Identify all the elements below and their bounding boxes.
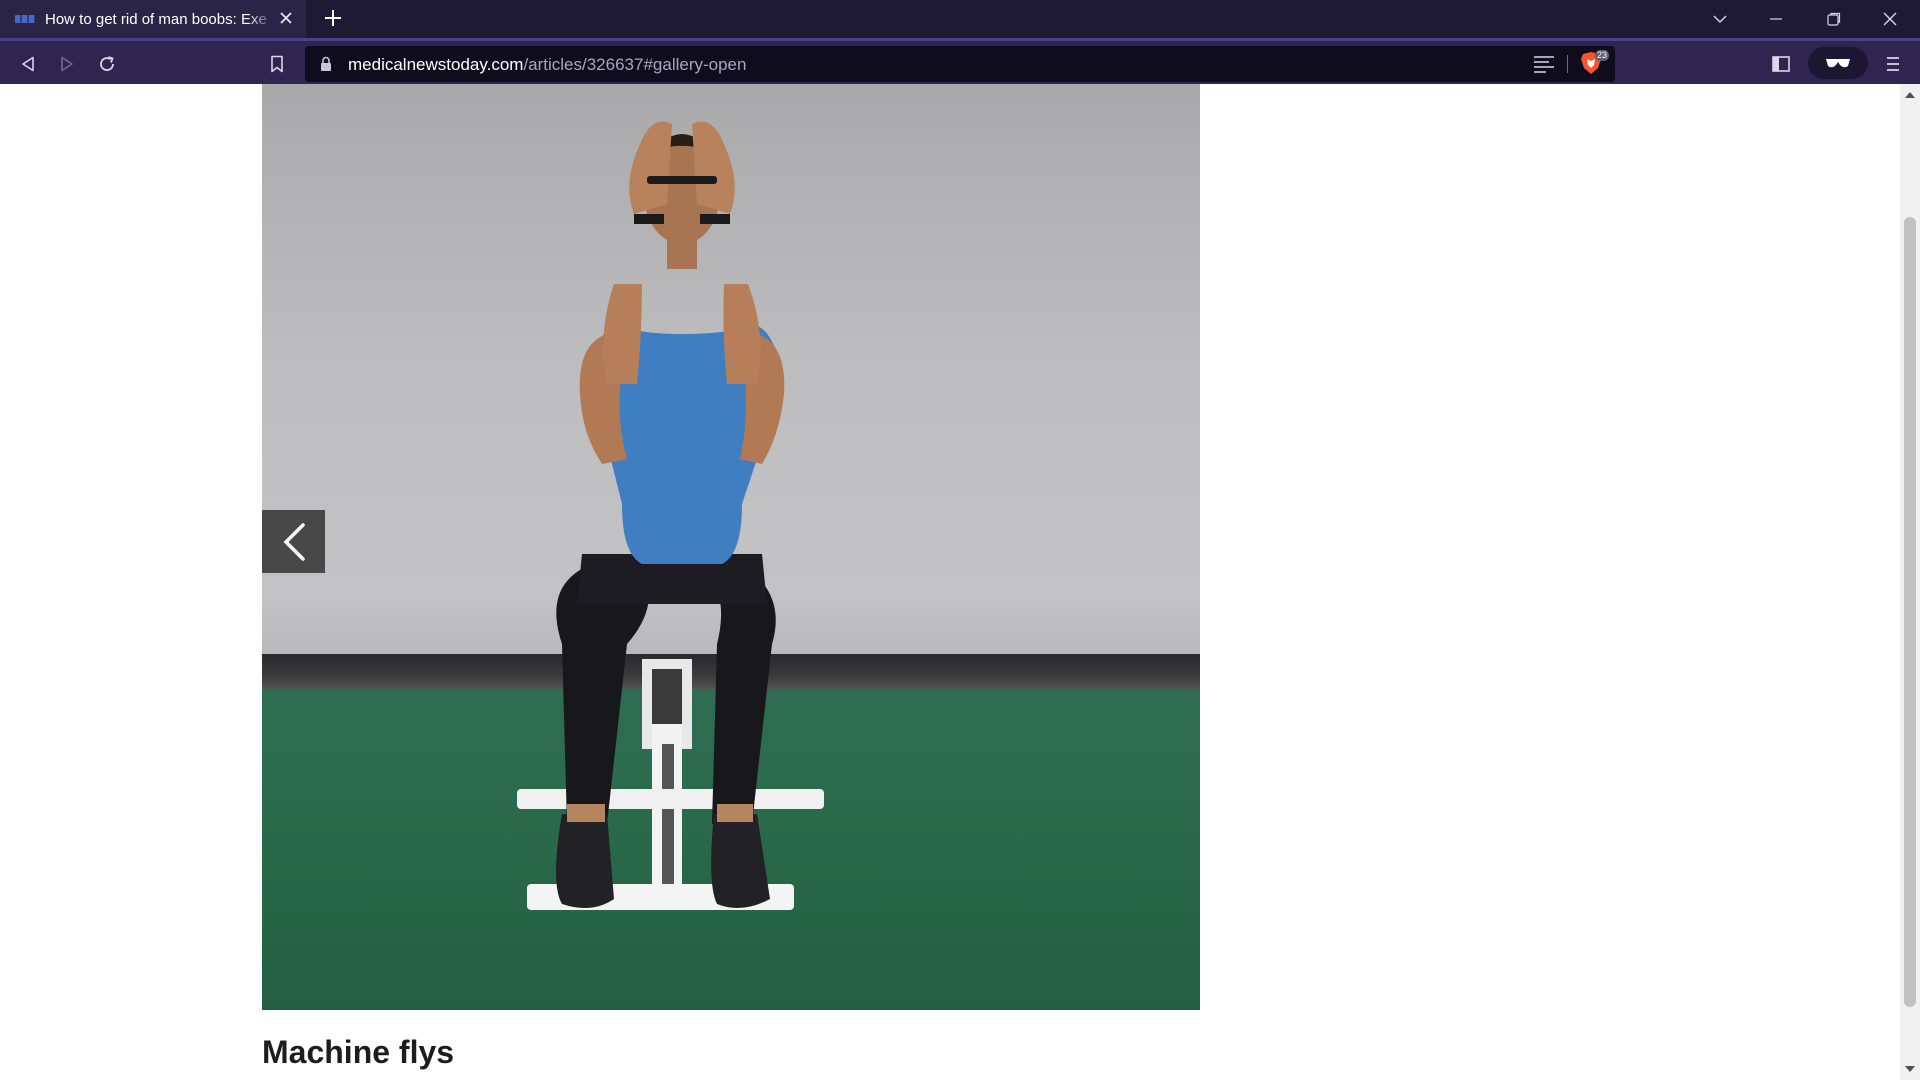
back-icon[interactable] xyxy=(13,49,43,79)
gallery-prev-button[interactable] xyxy=(262,510,325,573)
bookmark-icon[interactable] xyxy=(262,49,292,79)
sidebar-toggle-icon[interactable] xyxy=(1766,49,1796,79)
wallet-glasses-icon xyxy=(1826,59,1850,68)
scroll-down-arrow-icon[interactable] xyxy=(1900,1060,1920,1078)
brave-wallet-button[interactable] xyxy=(1808,47,1868,79)
tab-strip: How to get rid of man boobs: Exe xyxy=(0,0,1920,38)
reload-icon[interactable] xyxy=(92,49,122,79)
chevron-left-icon xyxy=(283,522,305,561)
url-host: medicalnewstoday.com xyxy=(348,55,524,74)
brave-shields-button[interactable]: 23 xyxy=(1580,50,1609,77)
exercise-figure-illustration xyxy=(517,121,824,910)
lock-icon xyxy=(321,56,331,71)
active-tab[interactable]: How to get rid of man boobs: Exe xyxy=(0,0,306,38)
page-content: Machine flys xyxy=(0,84,1900,1080)
scroll-up-arrow-icon[interactable] xyxy=(1900,86,1920,104)
forward-icon[interactable] xyxy=(52,49,82,79)
browser-toolbar: medicalnewstoday.com/articles/326637#gal… xyxy=(0,38,1920,84)
scroll-thumb[interactable] xyxy=(1904,217,1916,1007)
restore-icon[interactable] xyxy=(1806,0,1862,38)
shields-count-badge: 23 xyxy=(1594,50,1609,61)
site-favicon-icon xyxy=(15,15,35,23)
new-tab-button[interactable] xyxy=(320,6,346,32)
tab-title: How to get rid of man boobs: Exe xyxy=(45,10,267,28)
gallery-caption: Machine flys xyxy=(262,1034,455,1070)
tab-search-chevron-icon[interactable] xyxy=(1692,0,1748,38)
close-window-icon[interactable] xyxy=(1862,0,1918,38)
url-text: medicalnewstoday.com/articles/326637#gal… xyxy=(348,55,746,75)
reader-mode-icon[interactable] xyxy=(1533,54,1555,74)
gallery-image[interactable] xyxy=(262,84,1200,1010)
tab-close-icon[interactable] xyxy=(276,9,296,29)
address-bar-divider xyxy=(1567,55,1568,73)
menu-icon[interactable] xyxy=(1878,49,1908,79)
minimize-icon[interactable] xyxy=(1748,0,1804,38)
vertical-scrollbar[interactable] xyxy=(1900,84,1920,1080)
address-bar[interactable]: medicalnewstoday.com/articles/326637#gal… xyxy=(305,46,1615,82)
url-path: /articles/326637#gallery-open xyxy=(523,55,747,74)
